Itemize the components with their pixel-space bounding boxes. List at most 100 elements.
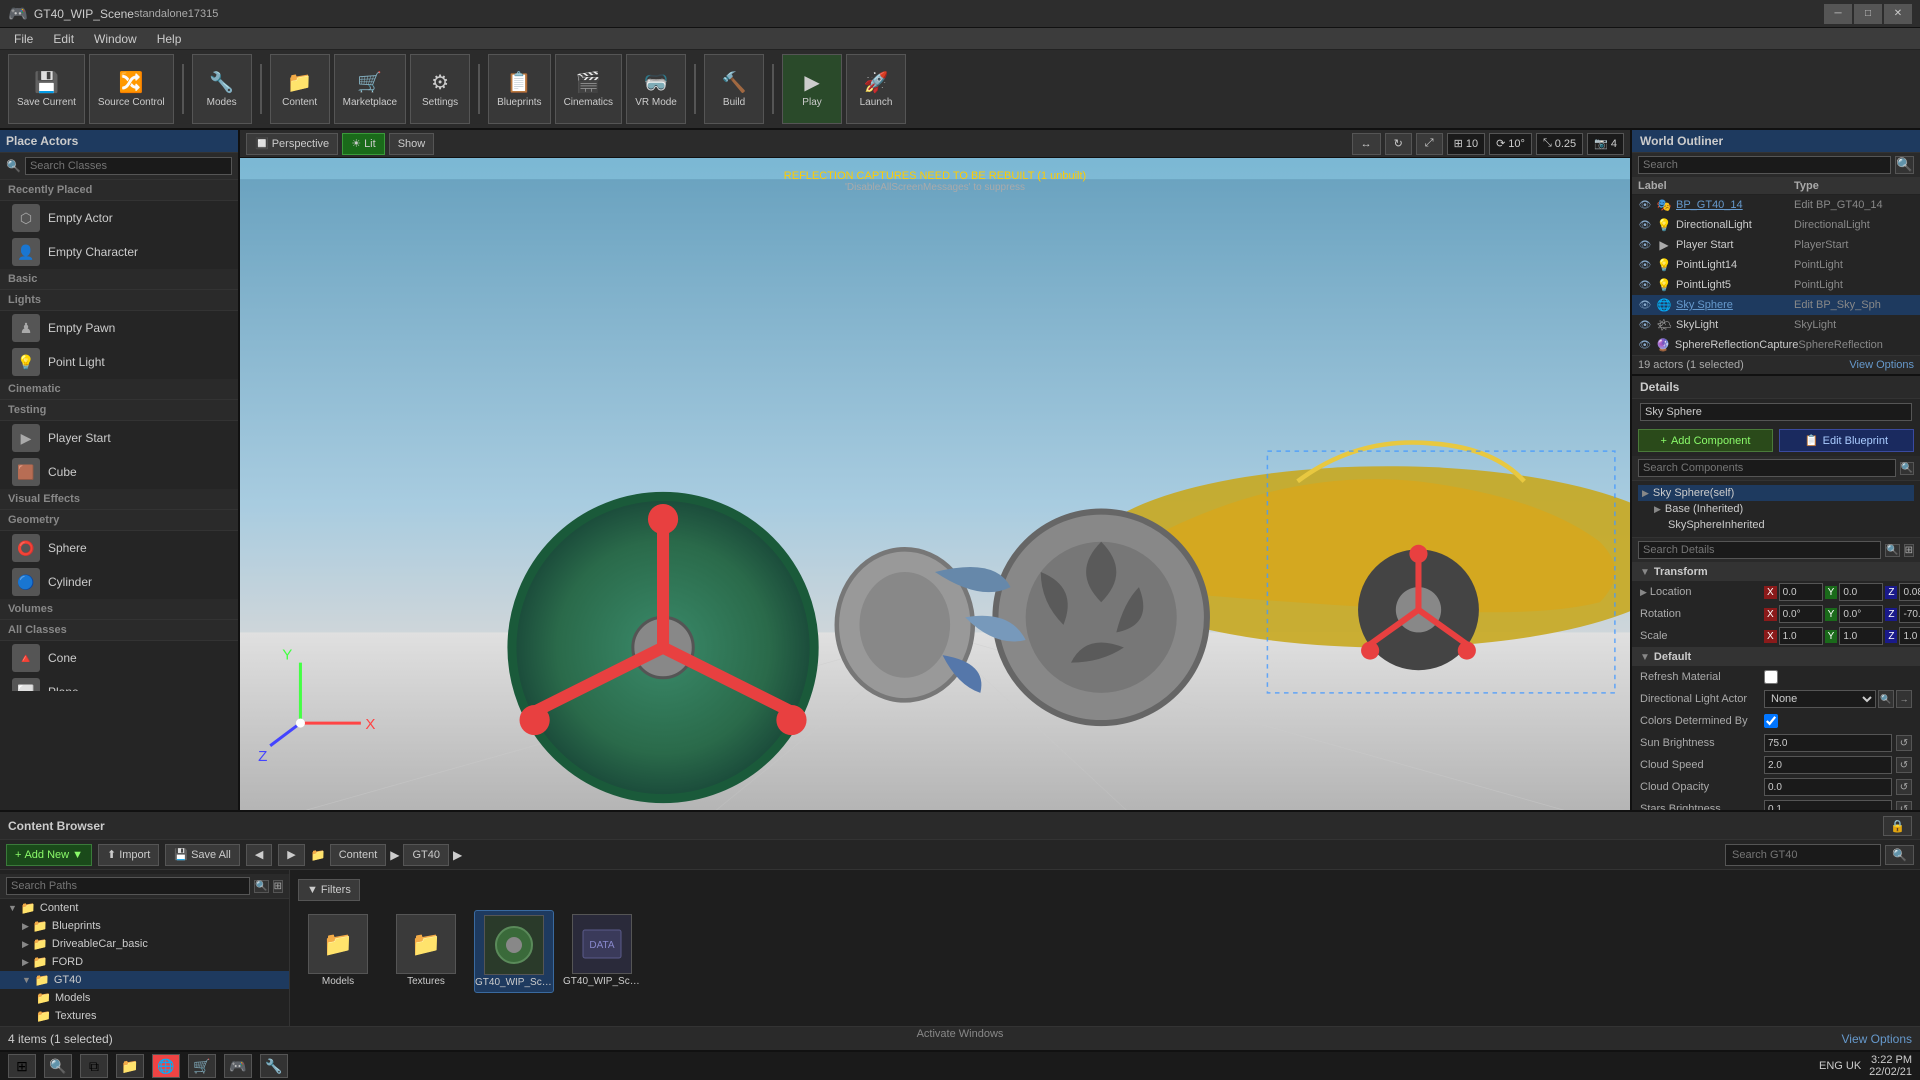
outliner-search-button[interactable]: 🔍 [1895,156,1914,174]
cloud-opacity-input[interactable] [1764,778,1892,796]
sun-brightness-reset[interactable]: ↺ [1896,735,1912,751]
comp-sky-sphere-self[interactable]: ▶ Sky Sphere(self) [1638,485,1914,501]
scale-x-input[interactable] [1779,627,1823,645]
task-search-button[interactable]: 🔍 [44,1054,72,1078]
recently-placed-header[interactable]: Recently Placed [0,180,238,201]
close-button[interactable]: ✕ [1884,4,1912,24]
comp-search-button[interactable]: 🔍 [1900,462,1914,475]
show-button[interactable]: Show [389,133,435,155]
store-button[interactable]: 🛒 [188,1054,216,1078]
place-player-start[interactable]: ▶ Player Start [0,421,238,455]
testing-section[interactable]: Testing [0,400,238,421]
tree-gt40[interactable]: ▼ 📁 GT40 [0,971,289,989]
menu-help[interactable]: Help [147,30,192,48]
details-search-button[interactable]: 🔍 [1885,544,1899,557]
lit-button[interactable]: ☀ Lit [342,133,385,155]
colors-determined-checkbox[interactable] [1764,714,1778,728]
tree-ford[interactable]: ▶ 📁 FORD [0,953,289,971]
perspective-dropdown[interactable]: 🔲 Perspective [246,133,338,155]
source-control-button[interactable]: 🔀 Source Control [89,54,174,124]
task-view-button[interactable]: ⧉ [80,1054,108,1078]
view-options-btn[interactable]: View Options [1849,359,1914,371]
row-playerstart-name[interactable]: Player Start [1676,239,1794,251]
outliner-search-input[interactable] [1638,156,1891,174]
lights-section[interactable]: Lights [0,290,238,311]
comp-base-inherited[interactable]: ▶ Base (Inherited) [1638,501,1914,517]
location-x-input[interactable] [1779,583,1823,601]
outliner-row-skylight[interactable]: 👁 🌤 SkyLight SkyLight [1632,315,1920,335]
navigate-forward-button[interactable]: ▶ [278,844,304,866]
dir-light-arrow-btn[interactable]: → [1896,690,1912,708]
scale-y-input[interactable] [1839,627,1883,645]
cb-models-folder[interactable]: 📁 Models [298,910,378,993]
cam-speed-control[interactable]: 📷 4 [1587,133,1624,155]
transform-header[interactable]: ▼ Transform [1632,563,1920,581]
add-new-button[interactable]: + Add New ▼ [6,844,92,866]
edit-blueprint-button[interactable]: 📋 Edit Blueprint [1779,429,1914,452]
place-point-light[interactable]: 💡 Point Light [0,345,238,379]
save-current-button[interactable]: 💾 Save Current [8,54,85,124]
basic-section[interactable]: Basic [0,269,238,290]
rotation-z-input[interactable] [1899,605,1920,623]
place-cylinder[interactable]: 🔵 Cylinder [0,565,238,599]
sun-brightness-input[interactable] [1764,734,1892,752]
place-empty-actor[interactable]: ⬡ Empty Actor [0,201,238,235]
geometry-section[interactable]: Geometry [0,510,238,531]
rotation-y-input[interactable] [1839,605,1883,623]
outliner-row-playerstart[interactable]: 👁 ▶ Player Start PlayerStart [1632,235,1920,255]
all-classes-section[interactable]: All Classes [0,620,238,641]
cb-gt40-scene[interactable]: GT40_WIP_Scene [474,910,554,993]
vr-mode-button[interactable]: 🥽 VR Mode [626,54,686,124]
row-skylight-name[interactable]: SkyLight [1676,319,1794,331]
cb-search-input[interactable] [1725,844,1881,866]
chrome-button[interactable]: 🌐 [152,1054,180,1078]
rotate-tool[interactable]: ↻ [1385,133,1412,155]
tree-content[interactable]: ▼ 📁 Content [0,899,289,917]
cloud-speed-reset[interactable]: ↺ [1896,757,1912,773]
import-button[interactable]: ⬆ Import [98,844,159,866]
place-plane[interactable]: ⬜ Plane [0,675,238,691]
location-z-input[interactable] [1899,583,1920,601]
outliner-row-skysphere[interactable]: 👁 🌐 Sky Sphere Edit BP_Sky_Sph [1632,295,1920,315]
tree-models[interactable]: 📁 Models [0,989,289,1007]
details-grid-button[interactable]: ⊞ [1904,544,1914,557]
outliner-row-dirlight[interactable]: 👁 💡 DirectionalLight DirectionalLight [1632,215,1920,235]
search-classes-input[interactable] [25,157,232,175]
tree-options-button[interactable]: ⊞ [273,880,283,893]
filters-button[interactable]: ▼ Filters [298,879,360,901]
lock-cb-button[interactable]: 🔒 [1883,816,1912,836]
dir-light-search-btn[interactable]: 🔍 [1878,690,1894,708]
search-paths-input[interactable] [6,877,250,895]
search-details-input[interactable] [1638,541,1881,559]
comp-sky-sphere-inherited[interactable]: SkySphereInherited [1638,517,1914,533]
selected-name-input[interactable] [1640,403,1912,421]
modes-button[interactable]: 🔧 Modes [192,54,252,124]
windows-start-button[interactable]: ⊞ [8,1054,36,1078]
build-button[interactable]: 🔨 Build [704,54,764,124]
minimize-button[interactable]: ─ [1824,4,1852,24]
breadcrumb-gt40[interactable]: GT40 [403,844,449,866]
menu-edit[interactable]: Edit [43,30,84,48]
outliner-row-pl14[interactable]: 👁 💡 PointLight14 PointLight [1632,255,1920,275]
dir-light-select[interactable]: None [1764,690,1876,708]
refresh-material-checkbox[interactable] [1764,670,1778,684]
maximize-button[interactable]: □ [1854,4,1882,24]
menu-file[interactable]: File [4,30,43,48]
viewport[interactable]: X Y Z REFLECTION CAPTURES NEED TO BE REB… [240,158,1630,850]
save-all-button[interactable]: 💾 Save All [165,844,239,866]
place-sphere[interactable]: ⭕ Sphere [0,531,238,565]
place-cone[interactable]: 🔺 Cone [0,641,238,675]
outliner-row-pl5[interactable]: 👁 💡 PointLight5 PointLight [1632,275,1920,295]
tree-textures[interactable]: 📁 Textures [0,1007,289,1025]
row-skysphere-name[interactable]: Sky Sphere [1676,299,1794,311]
row-sphere-refl-name[interactable]: SphereReflectionCapture [1675,339,1799,351]
grid-snap-control[interactable]: ⊞ 10 [1447,133,1485,155]
place-empty-pawn[interactable]: ♟ Empty Pawn [0,311,238,345]
app2-button[interactable]: 🔧 [260,1054,288,1078]
cloud-speed-input[interactable] [1764,756,1892,774]
default-header[interactable]: ▼ Default [1632,648,1920,666]
navigate-back-button[interactable]: ◀ [246,844,272,866]
tree-blueprints[interactable]: ▶ 📁 Blueprints [0,917,289,935]
location-y-input[interactable] [1839,583,1883,601]
cb-textures-folder[interactable]: 📁 Textures [386,910,466,993]
